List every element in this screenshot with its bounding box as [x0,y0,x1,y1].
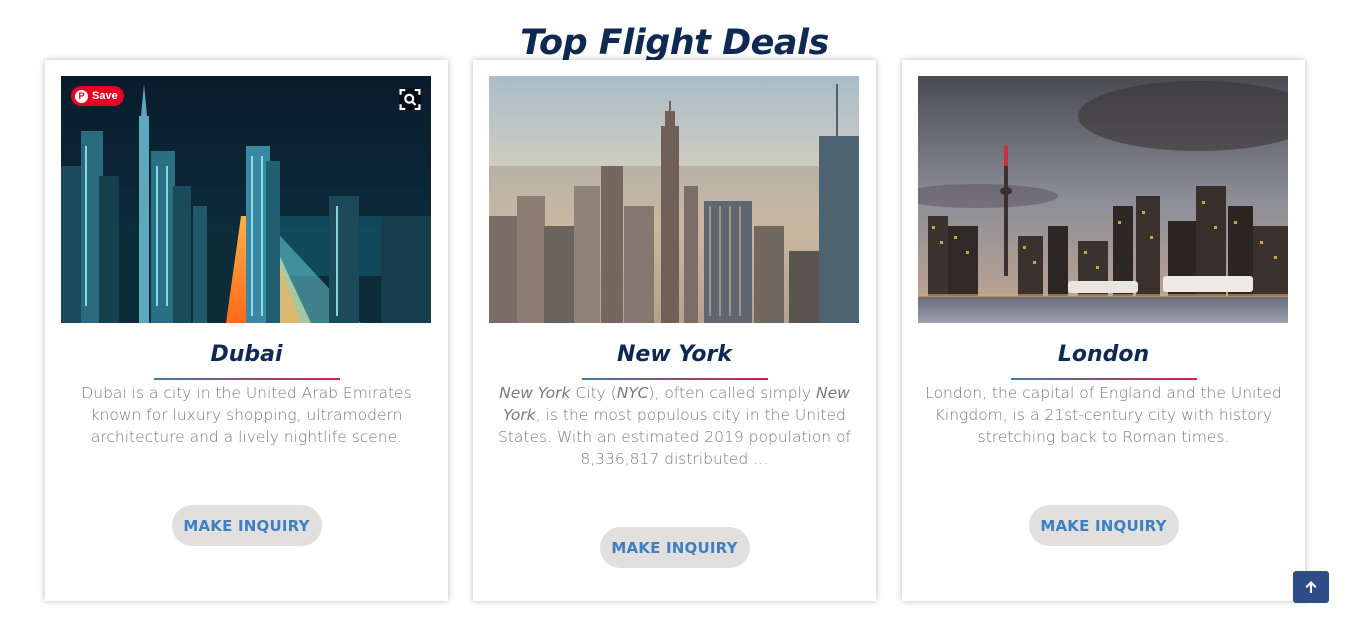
scroll-to-top-button[interactable] [1293,571,1329,603]
dubai-skyline-illustration [61,76,431,323]
card-description: Dubai is a city in the United Arab Emira… [59,382,434,448]
description-text: London, the capital of England and the U… [925,384,1282,446]
new-york-skyline-illustration [489,76,859,323]
make-inquiry-button[interactable]: MAKE INQUIRY [1028,505,1179,546]
title-divider [1010,378,1197,380]
new-york-image [489,76,859,323]
london-image [918,76,1288,323]
card-title: Dubai [210,342,283,367]
lens-icon-graphic [399,88,421,110]
make-inquiry-button[interactable]: MAKE INQUIRY [171,505,322,546]
description-text: New York [499,384,571,402]
title-divider [153,378,340,380]
deal-card-new-york: New York New York City (NYC), often call… [473,60,876,601]
description-text: ), often called simply [648,384,817,402]
pinterest-save-button[interactable]: P Save [71,86,124,106]
card-description: London, the capital of England and the U… [916,382,1291,448]
description-text: NYC [616,384,649,402]
card-description: New York City (NYC), often called simply… [487,382,862,470]
card-title: New York [616,342,732,367]
waterfront-skyline-illustration [918,76,1288,323]
make-inquiry-button[interactable]: MAKE INQUIRY [599,527,750,568]
description-text: , is the most populous city in the Unite… [497,406,852,468]
description-text: City ( [570,384,617,402]
pinterest-save-label: Save [92,90,118,102]
pinterest-icon: P [75,89,88,103]
deal-card-dubai: P Save Dubai Dubai is a city in the Unit… [45,60,448,601]
card-title: London [1057,342,1150,367]
lens-icon[interactable] [399,88,421,110]
arrow-up-icon [1305,581,1317,593]
description-text: Dubai is a city in the United Arab Emira… [81,384,412,446]
title-divider [581,378,768,380]
dubai-image: P Save [61,76,431,323]
deal-card-london: London London, the capital of England an… [902,60,1305,601]
